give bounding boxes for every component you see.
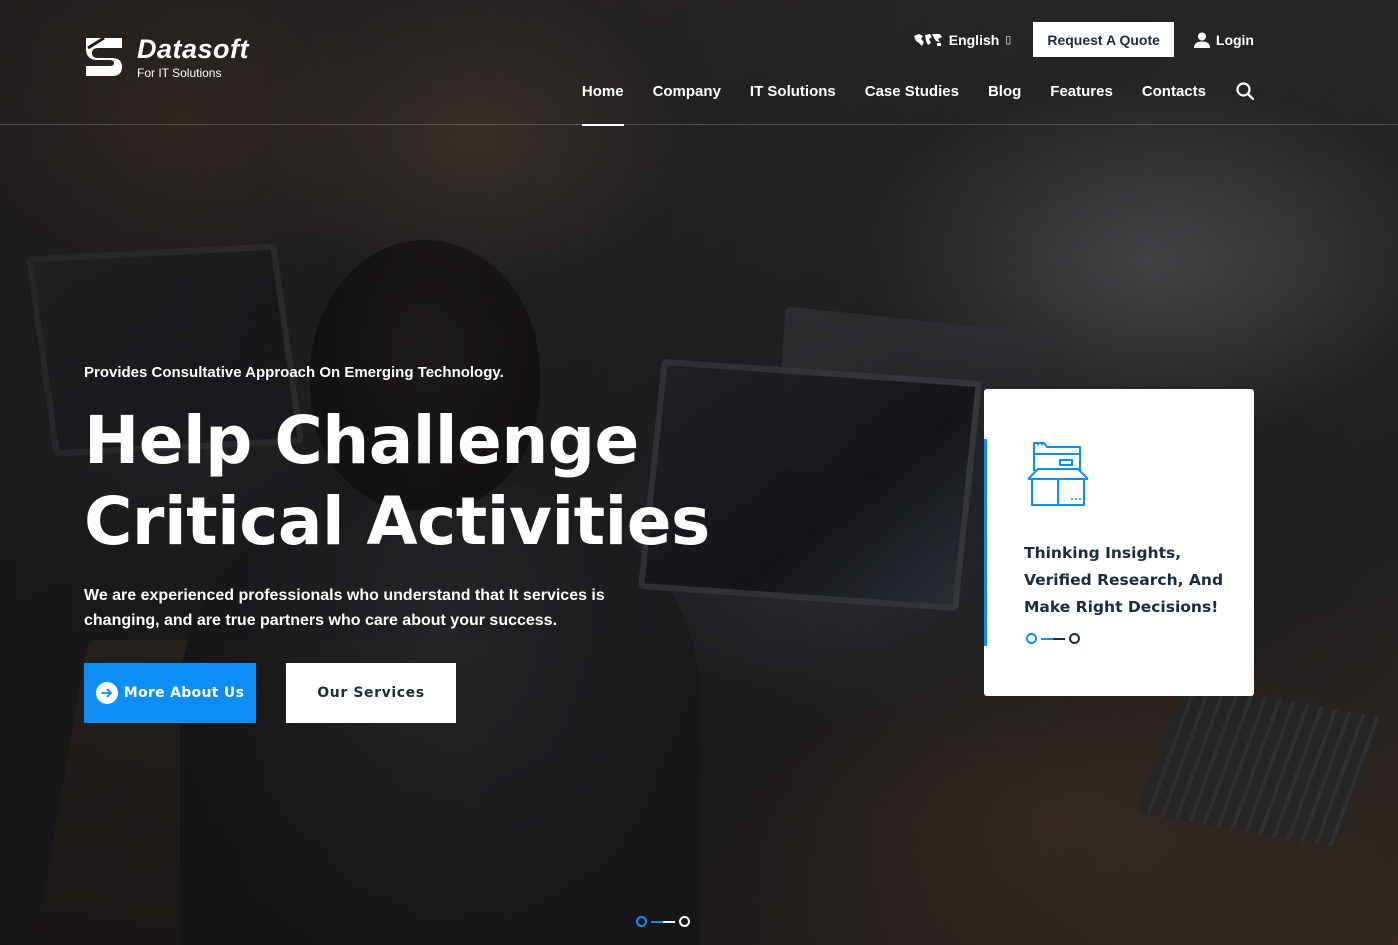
login-link[interactable]: Login xyxy=(1193,31,1254,48)
hero-eyebrow: Provides Consultative Approach On Emergi… xyxy=(84,364,504,381)
nav-item-case-studies[interactable]: Case Studies xyxy=(865,80,959,126)
arrow-right-icon xyxy=(95,682,118,704)
logo-s-icon xyxy=(86,36,122,76)
site-header: Datasoft For IT Solutions English ▯ Requ… xyxy=(0,0,1398,126)
card-pagination xyxy=(1026,633,1080,644)
hero-dot-2[interactable] xyxy=(679,916,690,927)
brand-logo[interactable]: Datasoft For IT Solutions xyxy=(84,34,249,81)
hero-slider-pagination xyxy=(636,916,690,927)
card-text-line-2: Verified Research, And xyxy=(1024,571,1224,589)
card-accent-bar xyxy=(984,439,987,646)
more-about-us-button[interactable]: More About Us xyxy=(84,663,256,723)
card-dot-1[interactable] xyxy=(1026,633,1037,644)
nav-item-blog[interactable]: Blog xyxy=(988,80,1021,126)
nav-item-features[interactable]: Features xyxy=(1050,80,1113,126)
nav-item-company[interactable]: Company xyxy=(653,80,721,126)
hero-headline-line-2: Critical Activities xyxy=(84,483,710,560)
world-map-icon xyxy=(913,33,942,46)
request-quote-button[interactable]: Request A Quote xyxy=(1033,22,1174,57)
folder-box-icon xyxy=(1027,442,1089,506)
nav-item-contacts[interactable]: Contacts xyxy=(1142,80,1206,126)
main-nav: Home Company IT Solutions Case Studies B… xyxy=(553,80,1254,126)
topbar: English ▯ Request A Quote Login xyxy=(913,22,1254,57)
nav-item-home[interactable]: Home xyxy=(581,80,624,126)
language-caret-icon: ▯ xyxy=(1005,34,1012,46)
hero-dot-connector xyxy=(651,920,675,923)
our-services-button[interactable]: Our Services xyxy=(286,663,456,723)
more-about-us-label: More About Us xyxy=(123,685,245,701)
card-dot-2[interactable] xyxy=(1069,633,1080,644)
hero-subtext: We are experienced professionals who und… xyxy=(84,587,605,629)
card-dot-connector xyxy=(1041,637,1065,640)
user-icon xyxy=(1193,32,1210,48)
brand-tagline: For IT Solutions xyxy=(137,66,222,80)
card-text-line-1: Thinking Insights, xyxy=(1024,544,1182,562)
card-text: Thinking Insights, Verified Research, An… xyxy=(1024,540,1234,621)
login-label: Login xyxy=(1215,31,1254,48)
hero-headline: Help Challenge Critical Activities xyxy=(84,400,784,562)
nav-item-it-solutions[interactable]: IT Solutions xyxy=(750,80,836,126)
hero-headline-line-1: Help Challenge xyxy=(84,402,639,479)
hero-dot-1[interactable] xyxy=(636,916,647,927)
card-text-line-3: Make Right Decisions! xyxy=(1024,598,1219,616)
language-selector[interactable]: English ▯ xyxy=(913,31,1012,48)
insight-card: Thinking Insights, Verified Research, An… xyxy=(984,389,1254,696)
language-label: English xyxy=(948,31,1000,48)
search-icon[interactable] xyxy=(1236,82,1254,100)
brand-name: Datasoft xyxy=(137,34,250,64)
